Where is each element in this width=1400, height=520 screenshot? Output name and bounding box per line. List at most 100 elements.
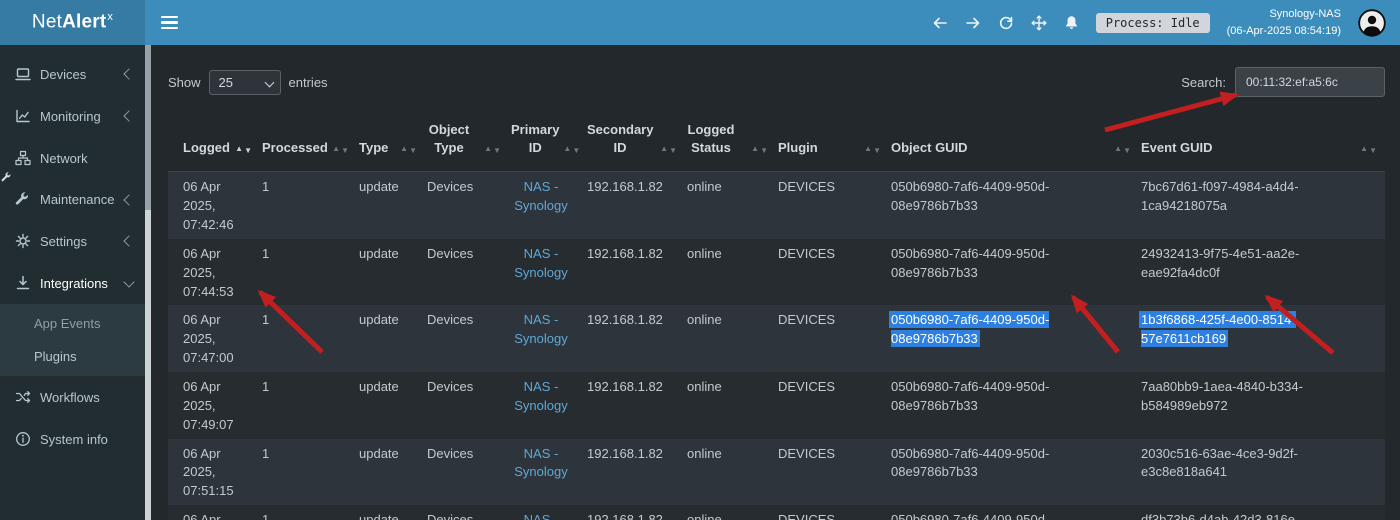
move-icon[interactable]: [1031, 15, 1047, 31]
primary-id-link[interactable]: NAS - Synology: [511, 245, 571, 283]
cell-logged: 06 Apr 2025, 07:42:46: [168, 172, 260, 239]
search-input[interactable]: [1235, 67, 1385, 97]
column-header-object-type[interactable]: Object Type▲▼: [425, 115, 509, 172]
cell-primary-id: NAS - Synology: [509, 239, 585, 306]
table-row[interactable]: 06 Apr 2025, 07:47:00 1 update Devices N…: [168, 305, 1385, 372]
cell-processed: 1: [260, 172, 357, 239]
devices-icon: [14, 66, 31, 82]
cell-type: update: [357, 305, 425, 372]
cell-logged: 06 Apr 2025, 07:44:53: [168, 239, 260, 306]
process-status-badge: Process: Idle: [1096, 13, 1210, 33]
table-body: 06 Apr 2025, 07:42:46 1 update Devices N…: [168, 172, 1385, 520]
nav-back-icon[interactable]: [932, 15, 948, 31]
chevron-left-icon: [123, 235, 134, 246]
sort-icon: ▲▼: [400, 146, 417, 157]
cell-logged: 06 Apr 2025, 07:53:22: [168, 505, 260, 520]
bell-icon[interactable]: [1064, 15, 1079, 30]
sidebar-item-network[interactable]: Network: [0, 137, 145, 179]
cell-processed: 1: [260, 239, 357, 306]
mini-wrench-icon: [1, 170, 12, 188]
event-guid-value: 2030c516-63ae-4ce3-9d2f-e3c8e818a641: [1141, 446, 1298, 480]
submenu-item-plugins[interactable]: Plugins: [0, 340, 145, 373]
column-header-primary-id[interactable]: Primary ID▲▼: [509, 115, 585, 172]
column-header-plugin[interactable]: Plugin▲▼: [776, 115, 889, 172]
sidebar-item-label: Devices: [40, 67, 86, 82]
table-header-row: Logged▲▼ Processed▲▼ Type▲▼ Object Type▲…: [168, 115, 1385, 172]
info-icon: [14, 431, 31, 447]
sidebar-item-label: Integrations: [40, 276, 108, 291]
events-table: Logged▲▼ Processed▲▼ Type▲▼ Object Type▲…: [168, 115, 1385, 520]
brand-text: NetAlertx: [32, 11, 113, 33]
primary-id-link[interactable]: NAS - Synology: [511, 511, 571, 520]
primary-id-link[interactable]: NAS - Synology: [511, 378, 571, 416]
event-guid-value: df3b73b6-d4ab-42d3-816e-9fb2ac5c9bb1: [1141, 512, 1299, 520]
brand-logo[interactable]: NetAlertx: [0, 0, 145, 45]
cell-event-guid: 2030c516-63ae-4ce3-9d2f-e3c8e818a641: [1139, 439, 1385, 506]
wrench-icon: [14, 192, 31, 207]
object-guid-value: 050b6980-7af6-4409-950d-08e9786b7b33: [891, 379, 1049, 413]
sidebar-item-maintenance[interactable]: Maintenance: [0, 179, 145, 220]
hamburger-menu-icon[interactable]: [161, 13, 178, 32]
event-guid-value: 7aa80bb9-1aea-4840-b334-b584989eb972: [1141, 379, 1303, 413]
cell-plugin: DEVICES: [776, 439, 889, 506]
event-guid-value: 7bc67d61-f097-4984-a4d4-1ca94218075a: [1141, 179, 1299, 213]
sidebar-item-integrations[interactable]: Integrations: [0, 262, 145, 304]
cell-logged: 06 Apr 2025, 07:47:00: [168, 305, 260, 372]
table-row[interactable]: 06 Apr 2025, 07:51:15 1 update Devices N…: [168, 439, 1385, 506]
cell-plugin: DEVICES: [776, 305, 889, 372]
column-header-event-guid[interactable]: Event GUID▲▼: [1139, 115, 1385, 172]
user-avatar[interactable]: [1358, 9, 1386, 37]
cell-event-guid: 7aa80bb9-1aea-4840-b334-b584989eb972: [1139, 372, 1385, 439]
sidebar-item-workflows[interactable]: Workflows: [0, 376, 145, 418]
refresh-icon[interactable]: [998, 15, 1014, 31]
sidebar-item-system-info[interactable]: System info: [0, 418, 145, 460]
column-header-type[interactable]: Type▲▼: [357, 115, 425, 172]
app-window: NetAlertx Process: Idle Synology-NAS (0: [0, 0, 1400, 520]
cell-type: update: [357, 172, 425, 239]
sidebar-item-label: Workflows: [40, 390, 100, 405]
cell-object-type: Devices: [425, 439, 509, 506]
cell-processed: 1: [260, 305, 357, 372]
nav-forward-icon[interactable]: [965, 15, 981, 31]
primary-id-link[interactable]: NAS - Synology: [511, 311, 571, 349]
cell-primary-id: NAS - Synology: [509, 505, 585, 520]
table-row[interactable]: 06 Apr 2025, 07:44:53 1 update Devices N…: [168, 239, 1385, 306]
primary-id-link[interactable]: NAS - Synology: [511, 445, 571, 483]
cell-type: update: [357, 372, 425, 439]
cell-object-guid: 050b6980-7af6-4409-950d-08e9786b7b33: [889, 505, 1139, 520]
submenu-item-app-events[interactable]: App Events: [0, 307, 145, 340]
column-header-object-guid[interactable]: Object GUID▲▼: [889, 115, 1139, 172]
column-header-logged-status[interactable]: Logged Status▲▼: [685, 115, 776, 172]
sidebar-item-monitoring[interactable]: Monitoring: [0, 95, 145, 137]
cell-object-type: Devices: [425, 505, 509, 520]
column-header-secondary-id[interactable]: Secondary ID▲▼: [585, 115, 685, 172]
network-icon: [14, 150, 31, 166]
cell-logged-status: online: [685, 505, 776, 520]
table-row[interactable]: 06 Apr 2025, 07:49:07 1 update Devices N…: [168, 372, 1385, 439]
cell-object-type: Devices: [425, 305, 509, 372]
sort-icon: ▲▼: [484, 146, 501, 157]
cell-type: update: [357, 439, 425, 506]
table-row[interactable]: 06 Apr 2025, 07:53:22 1 update Devices N…: [168, 505, 1385, 520]
sidebar-item-label: Settings: [40, 234, 87, 249]
cell-plugin: DEVICES: [776, 505, 889, 520]
search-label: Search:: [1181, 75, 1226, 90]
sidebar-item-settings[interactable]: Settings: [0, 220, 145, 262]
cell-processed: 1: [260, 372, 357, 439]
cell-secondary-id: 192.168.1.82: [585, 372, 685, 439]
sidebar-item-devices[interactable]: Devices: [0, 53, 145, 95]
cell-object-type: Devices: [425, 372, 509, 439]
cell-primary-id: NAS - Synology: [509, 172, 585, 239]
entries-select[interactable]: 25: [209, 70, 281, 95]
cell-event-guid: 1b3f6868-425f-4e00-8514-57e7611cb169: [1139, 305, 1385, 372]
column-header-processed[interactable]: Processed▲▼: [260, 115, 357, 172]
sort-icon: ▲▼: [563, 146, 580, 157]
sort-icon: ▲▼: [235, 146, 252, 157]
table-row[interactable]: 06 Apr 2025, 07:42:46 1 update Devices N…: [168, 172, 1385, 239]
primary-id-link[interactable]: NAS - Synology: [511, 178, 571, 216]
entries-label: entries: [289, 75, 328, 90]
object-guid-value: 050b6980-7af6-4409-950d-08e9786b7b33: [891, 512, 1049, 520]
cell-plugin: DEVICES: [776, 172, 889, 239]
column-header-logged[interactable]: Logged▲▼: [168, 115, 260, 172]
cell-secondary-id: 192.168.1.82: [585, 172, 685, 239]
